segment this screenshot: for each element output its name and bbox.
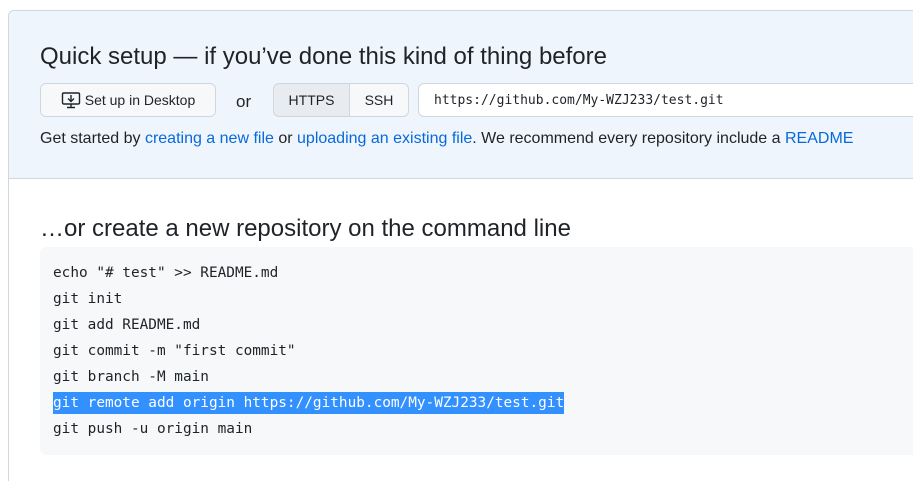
setup-in-desktop-button[interactable]: Set up in Desktop [40,83,216,117]
command-line-code-block[interactable]: echo "# test" >> README.md git init git … [40,247,913,455]
or-label: or [236,92,252,111]
code-line: git init [53,288,122,310]
code-line-selected: git remote add origin https://github.com… [53,392,565,414]
code-line: git push -u origin main [53,418,252,440]
desktop-download-icon [61,91,81,109]
setup-in-desktop-label: Set up in Desktop [84,92,196,108]
code-line: git add README.md [53,314,200,336]
upload-existing-file-link[interactable]: uploading an existing file [297,130,472,147]
code-line-text: git push -u origin main [53,421,253,437]
code-line-text: git add README.md [53,317,201,333]
protocol-selector: HTTPS SSH [273,83,409,117]
clone-url-input[interactable] [418,83,913,117]
code-line: echo "# test" >> README.md [53,262,278,284]
hint-suffix: . We recommend every repository include … [472,130,785,147]
code-line: git commit -m "first commit" [53,340,296,362]
tab-ssh[interactable]: SSH [350,83,409,117]
getting-started-hint: Get started by creating a new file or up… [40,130,853,148]
readme-link[interactable]: README [785,130,853,147]
hint-middle: or [273,130,298,147]
quick-setup-title: Quick setup — if you’ve done this kind o… [40,43,607,70]
code-line-text: git remote add origin https://github.com… [53,395,565,411]
quick-setup-section: Quick setup — if you’ve done this kind o… [9,11,913,179]
code-line-text: git commit -m "first commit" [53,343,296,359]
create-new-file-link[interactable]: creating a new file [145,130,274,147]
command-line-title: …or create a new repository on the comma… [40,215,571,242]
code-line-text: git init [53,291,123,307]
code-line: git branch -M main [53,366,209,388]
hint-prefix: Get started by [40,130,145,147]
code-line-text: git branch -M main [53,369,209,385]
code-line-text: echo "# test" >> README.md [53,265,279,281]
repo-setup-panel: Quick setup — if you’ve done this kind o… [8,10,913,481]
tab-https[interactable]: HTTPS [273,83,350,117]
